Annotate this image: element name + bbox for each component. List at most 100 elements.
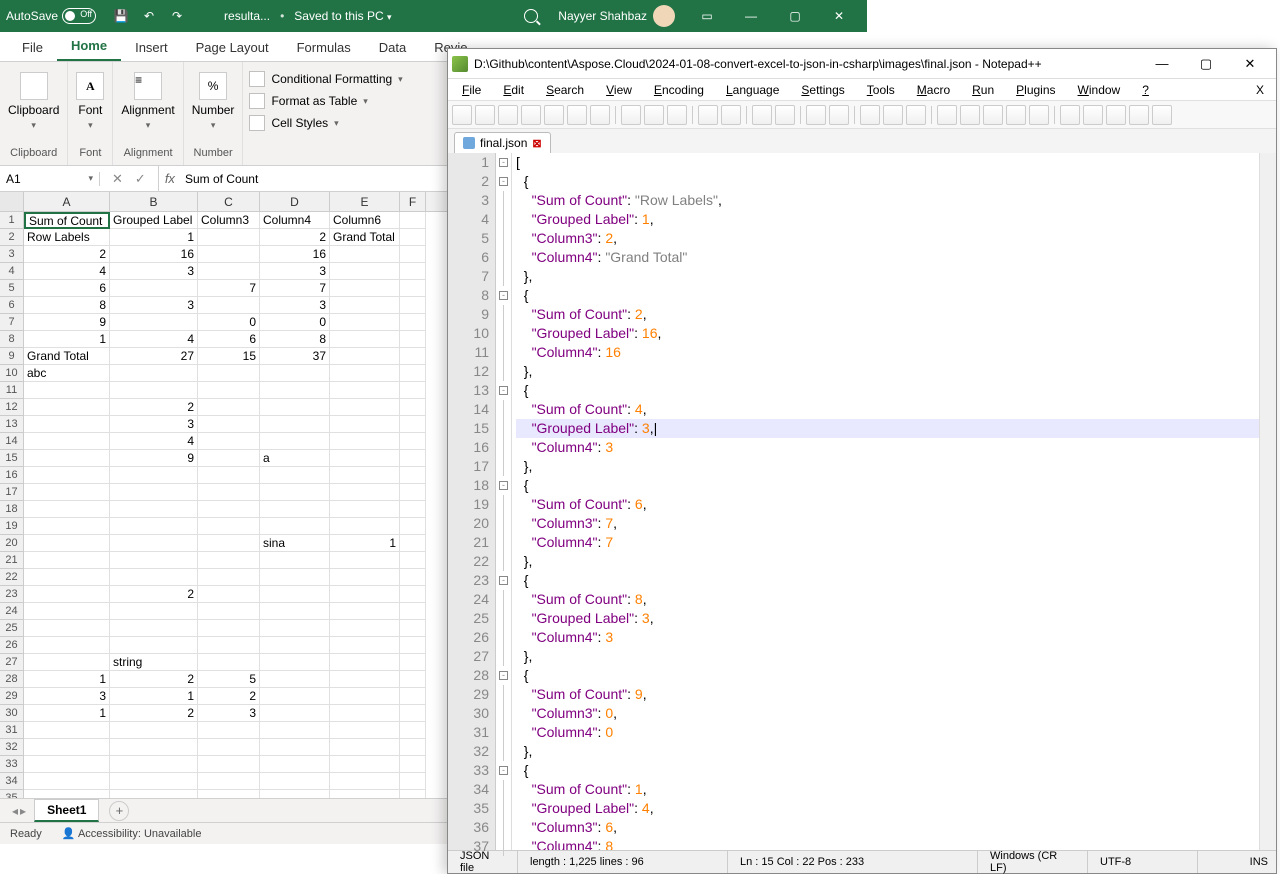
- replace-icon[interactable]: [775, 105, 795, 125]
- row-header[interactable]: 35: [0, 790, 24, 798]
- row-header[interactable]: 13: [0, 416, 24, 433]
- cell[interactable]: [400, 552, 426, 569]
- menu-edit[interactable]: Edit: [493, 81, 534, 99]
- cell[interactable]: [24, 535, 110, 552]
- cell[interactable]: [198, 297, 260, 314]
- maximize-icon[interactable]: ▢: [773, 0, 817, 32]
- cell[interactable]: [330, 756, 400, 773]
- cell[interactable]: [330, 450, 400, 467]
- row-header[interactable]: 19: [0, 518, 24, 535]
- cell[interactable]: 8: [260, 331, 330, 348]
- row-header[interactable]: 1: [0, 212, 24, 229]
- enter-formula-icon[interactable]: ✓: [135, 171, 146, 187]
- cell[interactable]: [24, 586, 110, 603]
- fold-toggle[interactable]: -: [499, 177, 508, 186]
- cell[interactable]: [260, 756, 330, 773]
- cell[interactable]: [110, 501, 198, 518]
- cell[interactable]: [24, 637, 110, 654]
- cell[interactable]: [198, 535, 260, 552]
- cell[interactable]: [400, 688, 426, 705]
- formula-bar[interactable]: Sum of Count: [181, 172, 258, 186]
- row-header[interactable]: 14: [0, 433, 24, 450]
- cell[interactable]: 3: [110, 297, 198, 314]
- row-header[interactable]: 27: [0, 654, 24, 671]
- cell[interactable]: [330, 331, 400, 348]
- cell[interactable]: 7: [198, 280, 260, 297]
- cell[interactable]: 37: [260, 348, 330, 365]
- save-icon[interactable]: 💾: [114, 9, 128, 23]
- cell[interactable]: [330, 297, 400, 314]
- cell[interactable]: [400, 348, 426, 365]
- cell[interactable]: sina: [260, 535, 330, 552]
- row-header[interactable]: 16: [0, 467, 24, 484]
- menu-encoding[interactable]: Encoding: [644, 81, 714, 99]
- fold-toggle[interactable]: -: [499, 291, 508, 300]
- cell[interactable]: [24, 416, 110, 433]
- cell[interactable]: 2: [260, 229, 330, 246]
- cell[interactable]: [400, 382, 426, 399]
- cell[interactable]: 16: [110, 246, 198, 263]
- sync-v-icon[interactable]: [860, 105, 880, 125]
- cell[interactable]: [24, 654, 110, 671]
- row-header[interactable]: 10: [0, 365, 24, 382]
- cell[interactable]: [400, 297, 426, 314]
- cell[interactable]: [260, 382, 330, 399]
- cell[interactable]: Row Labels: [24, 229, 110, 246]
- cell[interactable]: 0: [260, 314, 330, 331]
- menu-view[interactable]: View: [596, 81, 642, 99]
- cell[interactable]: [260, 620, 330, 637]
- row-header[interactable]: 21: [0, 552, 24, 569]
- cell[interactable]: 3: [260, 297, 330, 314]
- cell[interactable]: 1: [110, 229, 198, 246]
- user-account[interactable]: Nayyer Shahbaz: [558, 5, 675, 27]
- cell[interactable]: 3: [24, 688, 110, 705]
- cell[interactable]: [260, 484, 330, 501]
- chevron-down-icon[interactable]: ▾: [88, 173, 93, 184]
- cell[interactable]: a: [260, 450, 330, 467]
- cell[interactable]: [110, 756, 198, 773]
- cell[interactable]: [260, 773, 330, 790]
- cell[interactable]: [400, 790, 426, 798]
- fx-icon[interactable]: fx: [159, 171, 181, 186]
- column-header[interactable]: C: [198, 192, 260, 211]
- fold-toggle[interactable]: -: [499, 766, 508, 775]
- status-accessibility[interactable]: 👤 Accessibility: Unavailable: [62, 827, 202, 840]
- row-header[interactable]: 34: [0, 773, 24, 790]
- new-icon[interactable]: [452, 105, 472, 125]
- indent-icon[interactable]: [960, 105, 980, 125]
- row-header[interactable]: 5: [0, 280, 24, 297]
- cell[interactable]: [198, 365, 260, 382]
- cell[interactable]: [24, 433, 110, 450]
- cut-icon[interactable]: [621, 105, 641, 125]
- cell[interactable]: [330, 382, 400, 399]
- menu-settings[interactable]: Settings: [791, 81, 854, 99]
- cell[interactable]: 4: [110, 433, 198, 450]
- cell[interactable]: [198, 382, 260, 399]
- row-header[interactable]: 11: [0, 382, 24, 399]
- row-header[interactable]: 30: [0, 705, 24, 722]
- cell[interactable]: abc: [24, 365, 110, 382]
- cell[interactable]: Grand Total: [24, 348, 110, 365]
- close-icon[interactable]: [544, 105, 564, 125]
- cell[interactable]: [330, 484, 400, 501]
- cell[interactable]: [330, 739, 400, 756]
- row-header[interactable]: 6: [0, 297, 24, 314]
- row-header[interactable]: 23: [0, 586, 24, 603]
- close-icon[interactable]: ✕: [817, 0, 861, 32]
- cell[interactable]: 2: [110, 705, 198, 722]
- cell[interactable]: [400, 433, 426, 450]
- cell[interactable]: 5: [198, 671, 260, 688]
- fold-toggle[interactable]: -: [499, 481, 508, 490]
- close-icon[interactable]: ✕: [1228, 50, 1272, 78]
- row-header[interactable]: 28: [0, 671, 24, 688]
- chars-icon[interactable]: [937, 105, 957, 125]
- cell[interactable]: 2: [110, 586, 198, 603]
- cell[interactable]: [260, 637, 330, 654]
- cell[interactable]: [24, 773, 110, 790]
- zoom-in-icon[interactable]: [806, 105, 826, 125]
- ribbon-display-icon[interactable]: ▭: [685, 0, 729, 32]
- cell[interactable]: [400, 586, 426, 603]
- cell[interactable]: [198, 790, 260, 798]
- cell[interactable]: 4: [24, 263, 110, 280]
- cell[interactable]: [400, 212, 426, 229]
